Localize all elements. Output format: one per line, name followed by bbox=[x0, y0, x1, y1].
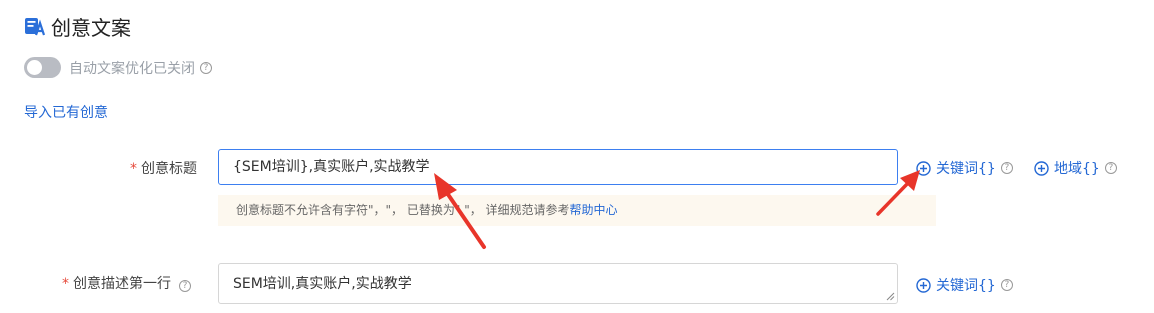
help-icon[interactable]: ? bbox=[1104, 162, 1117, 174]
import-existing-creative-link[interactable]: 导入已有创意 bbox=[24, 102, 108, 122]
title-field-label: * 创意标题 bbox=[130, 158, 197, 178]
region-button-label: 地域{} bbox=[1054, 161, 1100, 177]
auto-optimize-row: 自动文案优化已关闭 ? bbox=[24, 57, 212, 78]
section-title: 创意文案 bbox=[51, 16, 131, 40]
plus-circle-icon bbox=[1034, 160, 1049, 176]
hint-text: 创意标题不允许含有字符"，"， 已替换为","， 详细规范请参考 bbox=[236, 203, 570, 217]
creative-description-line1-input[interactable]: SEM培训,真实账户,实战教学 bbox=[218, 263, 898, 304]
toggle-knob bbox=[27, 60, 42, 75]
title-label-text: 创意标题 bbox=[141, 161, 197, 177]
auto-optimize-label: 自动文案优化已关闭 bbox=[69, 60, 195, 77]
help-icon[interactable]: ? bbox=[179, 280, 191, 292]
keyword-button-label: 关键词{} bbox=[936, 278, 996, 294]
creative-copy-icon bbox=[25, 17, 46, 35]
title-add-region-button[interactable]: 地域{} ? bbox=[1034, 158, 1117, 178]
title-hint: 创意标题不允许含有字符"，"， 已替换为","， 详细规范请参考帮助中心 bbox=[218, 195, 936, 226]
creative-title-input[interactable]: {SEM培训},真实账户,实战教学 bbox=[218, 149, 898, 185]
help-icon[interactable]: ? bbox=[1000, 279, 1013, 291]
plus-circle-icon bbox=[916, 277, 931, 293]
auto-optimize-toggle[interactable] bbox=[24, 57, 61, 78]
plus-circle-icon bbox=[916, 160, 931, 176]
keyword-button-label: 关键词{} bbox=[936, 161, 996, 177]
help-icon[interactable]: ? bbox=[1000, 162, 1013, 174]
help-center-link[interactable]: 帮助中心 bbox=[570, 203, 618, 217]
required-mark: * bbox=[62, 276, 69, 292]
required-mark: * bbox=[130, 161, 137, 177]
desc-label-text: 创意描述第一行 bbox=[73, 276, 171, 292]
section-header: 创意文案 bbox=[24, 12, 131, 41]
title-add-keyword-button[interactable]: 关键词{} ? bbox=[916, 158, 1013, 178]
description-value: SEM培训,真实账户,实战教学 bbox=[233, 276, 412, 292]
desc-field-label: * 创意描述第一行? bbox=[62, 273, 191, 293]
desc-add-keyword-button[interactable]: 关键词{} ? bbox=[916, 275, 1013, 295]
help-icon[interactable]: ? bbox=[200, 61, 212, 74]
resize-grip-icon[interactable] bbox=[886, 292, 895, 301]
